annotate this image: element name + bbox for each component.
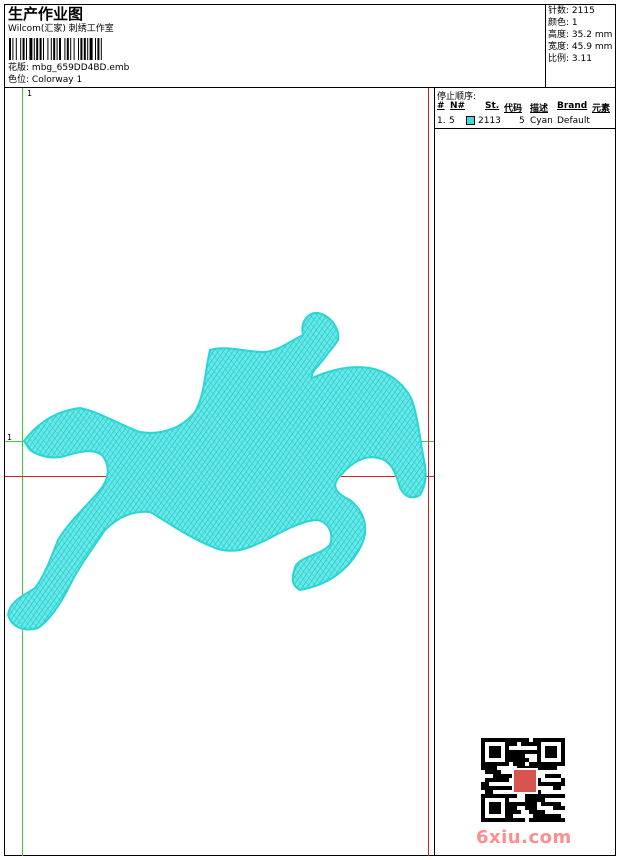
table-divider [434, 128, 616, 129]
row-st: 5 [519, 116, 525, 126]
row-desc: Cyan [530, 116, 553, 126]
stat-width: 宽度: 45.9 mm [548, 42, 613, 52]
col-n: N# [450, 101, 466, 111]
stats-divider [545, 4, 546, 88]
row-code: 2113 [478, 116, 501, 126]
col-desc: 描述 [530, 104, 549, 114]
embroidery-design [6, 311, 427, 631]
color-swatch [466, 116, 475, 125]
stats-panel: 针数: 2115 颜色: 1 高度: 35.2 mm 宽度: 45.9 mm 比… [548, 5, 612, 65]
col-brand: Brand [557, 101, 588, 111]
col-element: 元素 [592, 104, 611, 114]
seal-stamp [512, 768, 538, 794]
col-code: 代码 [504, 104, 523, 114]
col-num: # [437, 101, 445, 111]
stat-scale: 比例: 3.11 [548, 54, 592, 64]
col-st: St. [485, 101, 500, 111]
row-n: 5 [449, 116, 455, 126]
stat-stitches: 针数: 2115 [548, 6, 595, 16]
horse-rider-silhouette [6, 311, 427, 631]
row-num: 1. [437, 116, 446, 126]
row-brand: Default [557, 116, 590, 126]
watermark-logo: 6xiu.com [476, 827, 572, 848]
panel-divider [434, 87, 435, 856]
stat-colors: 颜色: 1 [548, 18, 578, 28]
stat-height: 高度: 35.2 mm [548, 30, 613, 40]
